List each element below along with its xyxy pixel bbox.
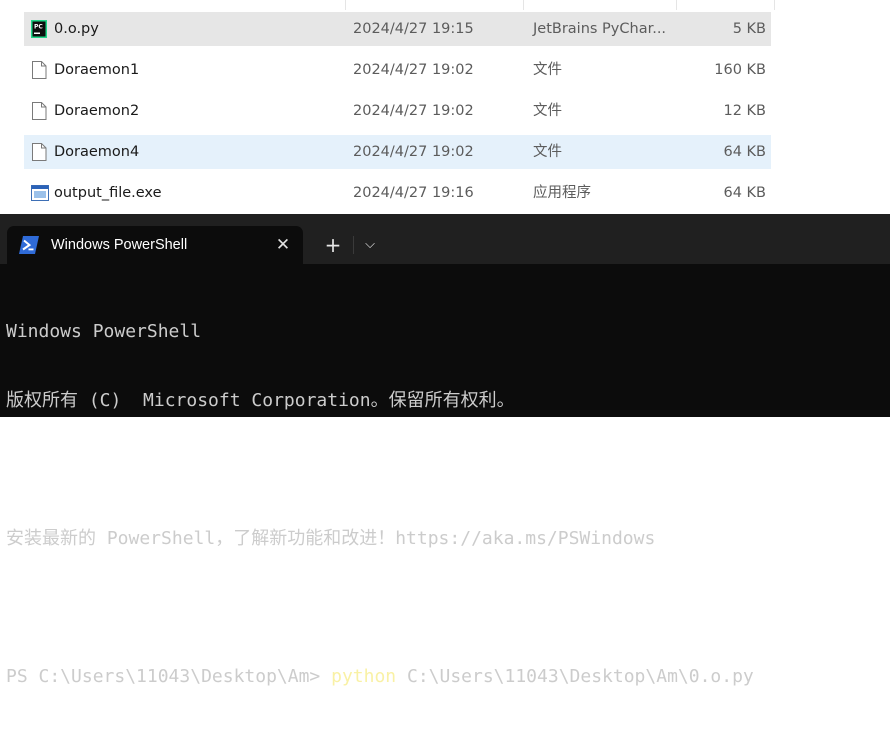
close-icon[interactable]: ✕: [271, 233, 295, 257]
column-divider[interactable]: [345, 0, 346, 10]
file-date-modified: 2024/4/27 19:02: [353, 144, 474, 160]
terminal-output[interactable]: Windows PowerShell 版权所有 (C) Microsoft Co…: [6, 274, 890, 734]
file-icon: [31, 102, 47, 120]
file-size: 5 KB: [732, 21, 766, 37]
prompt-line: PS C:\Users\11043\Desktop\Am> python C:\…: [6, 665, 890, 688]
chevron-down-icon[interactable]: ⌵: [358, 233, 382, 257]
column-divider[interactable]: [676, 0, 677, 10]
file-size: 64 KB: [723, 185, 766, 201]
pycharm-file-icon: PC: [31, 20, 47, 38]
file-size: 160 KB: [714, 62, 766, 78]
output-line: 安装最新的 PowerShell，了解新功能和改进！https://aka.ms…: [6, 528, 656, 549]
tab-windows-powershell[interactable]: Windows PowerShell ✕: [7, 226, 303, 264]
file-size: 12 KB: [723, 103, 766, 119]
file-name: Doraemon4: [54, 144, 140, 160]
output-line: 版权所有 (C) Microsoft Corporation。保留所有权利。: [6, 390, 515, 411]
file-size: 64 KB: [723, 144, 766, 160]
file-type: JetBrains PyChar...: [533, 21, 667, 37]
file-row[interactable]: Doraemon1 2024/4/27 19:02 文件 160 KB: [24, 53, 771, 87]
file-row[interactable]: Doraemon2 2024/4/27 19:02 文件 12 KB: [24, 94, 771, 128]
file-type: 文件: [533, 62, 562, 78]
file-date-modified: 2024/4/27 19:16: [353, 185, 474, 201]
file-name: Doraemon2: [54, 103, 140, 119]
output-line: Windows PowerShell: [6, 321, 202, 342]
file-icon: [31, 143, 47, 161]
tab-divider: [353, 236, 354, 254]
prompt-text: PS C:\Users\11043\Desktop\Am>: [6, 666, 332, 687]
svg-text:PC: PC: [34, 24, 43, 31]
terminal-window: Windows PowerShell ✕ + ⌵ Windows PowerSh…: [0, 214, 890, 687]
file-date-modified: 2024/4/27 19:02: [353, 62, 474, 78]
command-args: C:\Users\11043\Desktop\Am\0.o.py: [396, 666, 754, 687]
file-date-modified: 2024/4/27 19:15: [353, 21, 474, 37]
file-type: 应用程序: [533, 185, 591, 201]
file-row[interactable]: Doraemon4 2024/4/27 19:02 文件 64 KB: [24, 135, 771, 169]
file-row[interactable]: output_file.exe 2024/4/27 19:16 应用程序 64 …: [24, 176, 771, 210]
file-date-modified: 2024/4/27 19:02: [353, 103, 474, 119]
new-tab-button[interactable]: +: [321, 233, 345, 257]
command-text: python: [331, 666, 397, 687]
exe-file-icon: [31, 184, 49, 202]
file-name: Doraemon1: [54, 62, 140, 78]
terminal-tab-bar: Windows PowerShell ✕ + ⌵: [0, 214, 890, 264]
column-divider[interactable]: [774, 0, 775, 10]
file-icon: [31, 61, 47, 79]
file-type: 文件: [533, 144, 562, 160]
file-name: output_file.exe: [54, 185, 162, 201]
file-type: 文件: [533, 103, 562, 119]
file-row[interactable]: PC 0.o.py 2024/4/27 19:15 JetBrains PyCh…: [24, 12, 771, 46]
powershell-icon: [19, 236, 39, 254]
tab-title: Windows PowerShell: [51, 237, 188, 253]
file-name: 0.o.py: [54, 21, 99, 37]
file-explorer-list: PC 0.o.py 2024/4/27 19:15 JetBrains PyCh…: [0, 0, 890, 214]
column-divider[interactable]: [523, 0, 524, 10]
